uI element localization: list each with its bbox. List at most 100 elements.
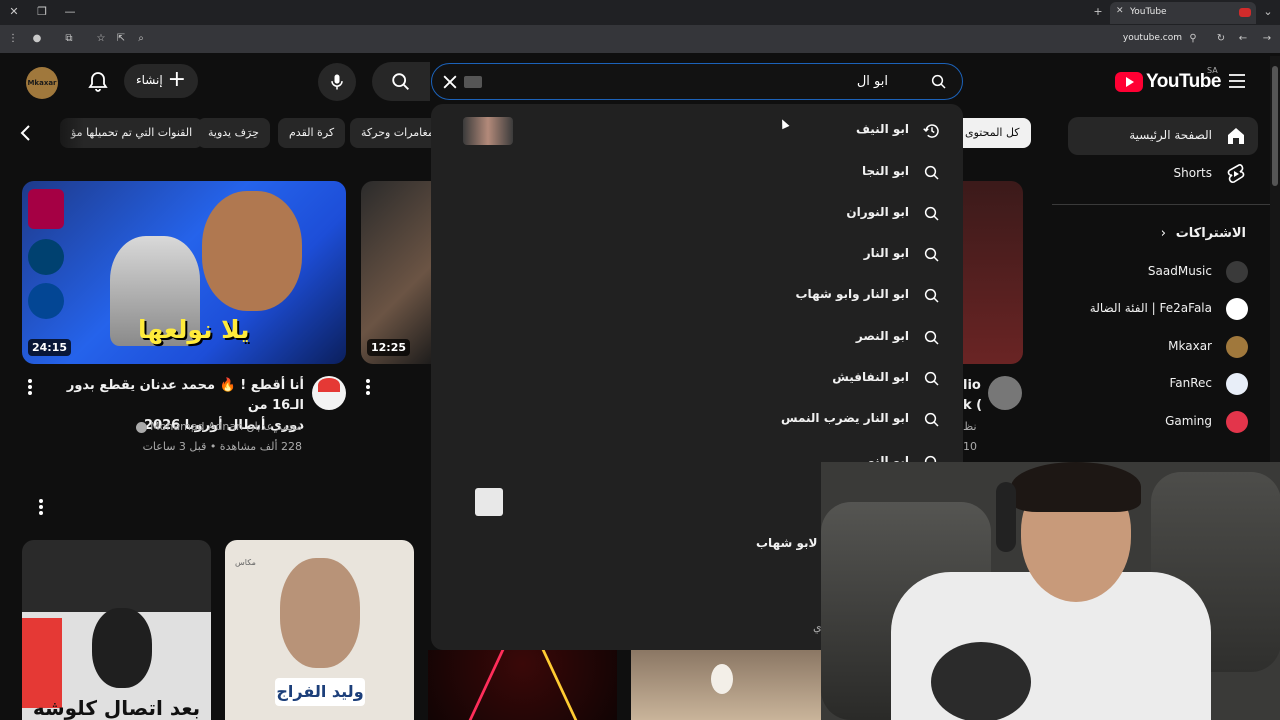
- video-thumbnail[interactable]: [963, 181, 1023, 364]
- thumbnail-graphic: [22, 618, 62, 708]
- forward-icon[interactable]: →: [1260, 32, 1274, 46]
- chip-all[interactable]: كل المحتوى: [954, 118, 1031, 148]
- suggestion-item[interactable]: ابو النار: [431, 234, 963, 275]
- search-icon: [923, 411, 941, 429]
- sidebar-item-channel[interactable]: Fe2aFala | الفئة الضالة: [1068, 290, 1258, 328]
- site-info-icon[interactable]: ⚲: [1186, 32, 1200, 46]
- suggestion-item-clipped[interactable]: ابو النو: [431, 444, 963, 462]
- sidebar-item-shorts[interactable]: Shorts: [1068, 155, 1258, 193]
- close-tab-icon[interactable]: ✕: [1116, 6, 1124, 16]
- microphone-icon: [331, 74, 343, 90]
- create-label: إنشاء: [136, 73, 163, 87]
- search-submit-button[interactable]: [372, 62, 430, 101]
- channel-name: Mkaxar: [1168, 339, 1212, 353]
- short-thumbnail[interactable]: [428, 650, 617, 720]
- video-duration: 12:25: [367, 339, 411, 356]
- webcam-overlay: [821, 462, 1280, 720]
- more-options-icon[interactable]: [27, 378, 33, 396]
- video-title-fragment: k (: [963, 398, 983, 413]
- channel-avatar: [1226, 298, 1248, 320]
- suggestion-item[interactable]: ابو النوران: [431, 193, 963, 234]
- video-channel[interactable]: محمد عدنان Mohamad Adnan: [100, 420, 302, 433]
- extensions-icon[interactable]: ⧉: [62, 32, 76, 46]
- url-text[interactable]: youtube.com: [1096, 33, 1182, 43]
- youtube-logo[interactable]: YouTube SA: [1115, 66, 1223, 94]
- suggestion-text: ابو النو: [867, 454, 909, 462]
- short-thumbnail[interactable]: بعد اتصال كلوشه: [22, 540, 211, 720]
- channel-name: SaadMusic: [1147, 264, 1212, 278]
- suggestion-text: ابو النار: [863, 246, 909, 260]
- reload-icon[interactable]: ↻: [1214, 32, 1228, 46]
- headphones-image: [996, 482, 1016, 552]
- share-icon[interactable]: ⇱: [114, 32, 128, 46]
- avatar-label: Mkaxar: [27, 79, 57, 87]
- microphone-image: [931, 642, 1031, 720]
- page-scrollbar-thumb[interactable]: [1272, 66, 1278, 186]
- voice-search-button[interactable]: [318, 63, 356, 101]
- menu-dots-icon[interactable]: ⋮: [6, 32, 20, 46]
- suggestion-item[interactable]: ابو النو: [431, 444, 963, 462]
- clear-search-icon[interactable]: [440, 72, 460, 92]
- suggestion-item[interactable]: ابو النار يضرب النمس: [431, 399, 963, 440]
- bird-image: [711, 664, 733, 694]
- suggestion-text: ابو النجا: [862, 164, 909, 178]
- sidebar-item-channel[interactable]: Mkaxar: [1068, 328, 1258, 366]
- suggestion-item[interactable]: ابو النصر: [431, 317, 963, 358]
- chip-crafts[interactable]: حِرَف يدوية: [197, 118, 270, 148]
- chips-scroll-left-icon[interactable]: [18, 124, 34, 142]
- suggestion-item[interactable]: ابو النار وابو شهاب: [431, 275, 963, 316]
- short-thumbnail[interactable]: مكاس وليد الفراج: [225, 540, 414, 720]
- video-stats: 228 ألف مشاهدة • قبل 3 ساعات: [142, 440, 302, 453]
- close-window-icon[interactable]: ✕: [6, 4, 22, 20]
- short-thumbnail[interactable]: [631, 650, 821, 720]
- sidebar-item-channel[interactable]: FanRec: [1068, 365, 1258, 403]
- channel-name: Fe2aFala | الفئة الضالة: [1089, 301, 1212, 315]
- suggestion-text: ابو النفافيش: [832, 370, 909, 384]
- account-avatar[interactable]: Mkaxar: [26, 67, 58, 99]
- sidebar-shorts-label: Shorts: [1173, 166, 1212, 180]
- profile-icon[interactable]: ●: [30, 32, 44, 46]
- zoom-icon[interactable]: ⌕: [134, 32, 148, 46]
- stats-fragment: 10: [963, 440, 977, 453]
- thumbnail-text: وليد الفراج: [275, 678, 365, 706]
- channel-avatar: [1226, 336, 1248, 358]
- shorts-more-options-icon[interactable]: [38, 498, 44, 516]
- channel-avatar[interactable]: [988, 376, 1022, 410]
- sidebar-subscriptions-header[interactable]: الاشتراكات ›: [1068, 215, 1258, 253]
- new-tab-icon[interactable]: +: [1090, 4, 1106, 20]
- suggestion-item[interactable]: ابو النيف: [431, 110, 963, 151]
- bookmark-star-icon[interactable]: ☆: [94, 32, 108, 46]
- video-thumbnail[interactable]: يلا نولعها 24:15: [22, 181, 346, 364]
- tab-title: YouTube: [1130, 7, 1167, 17]
- keyboard-icon[interactable]: [464, 76, 482, 88]
- suggestion-text: ابو النار وابو شهاب: [795, 287, 910, 301]
- hamburger-menu-icon[interactable]: [1228, 72, 1246, 90]
- restore-window-icon[interactable]: ❐: [34, 4, 50, 20]
- chip-football[interactable]: كرة القدم: [278, 118, 346, 148]
- suggestion-text: ابو النوران: [846, 205, 909, 219]
- search-icon: [923, 454, 941, 462]
- create-button[interactable]: إنشاء +: [124, 64, 198, 98]
- suggestion-item[interactable]: ابو النجا: [431, 152, 963, 193]
- suggestion-thumbnail[interactable]: [475, 488, 503, 516]
- sidebar-item-channel[interactable]: SaadMusic: [1068, 253, 1258, 291]
- shorts-icon: [1226, 164, 1246, 184]
- search-icon: [923, 287, 941, 305]
- browser-tab[interactable]: ✕ YouTube: [1110, 2, 1256, 24]
- notifications-bell-icon[interactable]: [86, 70, 110, 94]
- sidebar-item-home[interactable]: الصفحة الرئيسية: [1068, 117, 1258, 155]
- back-icon[interactable]: ←: [1236, 32, 1250, 46]
- sidebar-divider: [1052, 204, 1270, 205]
- tab-search-icon[interactable]: ⌄: [1260, 4, 1276, 20]
- search-input[interactable]: ابو ال: [431, 63, 963, 100]
- minimize-window-icon[interactable]: —: [62, 4, 78, 20]
- more-options-icon[interactable]: [365, 378, 371, 396]
- channel-avatar[interactable]: [312, 376, 346, 410]
- video-thumbnail[interactable]: 12:25: [361, 181, 436, 364]
- person-image: [92, 608, 152, 688]
- channel-name: محمد عدنان Mohamad Adnan: [150, 420, 302, 433]
- subscriptions-label: الاشتراكات: [1175, 226, 1246, 241]
- sidebar-item-channel[interactable]: Gaming: [1068, 403, 1258, 441]
- neon-line: [541, 650, 617, 720]
- suggestion-item[interactable]: ابو النفافيش: [431, 358, 963, 399]
